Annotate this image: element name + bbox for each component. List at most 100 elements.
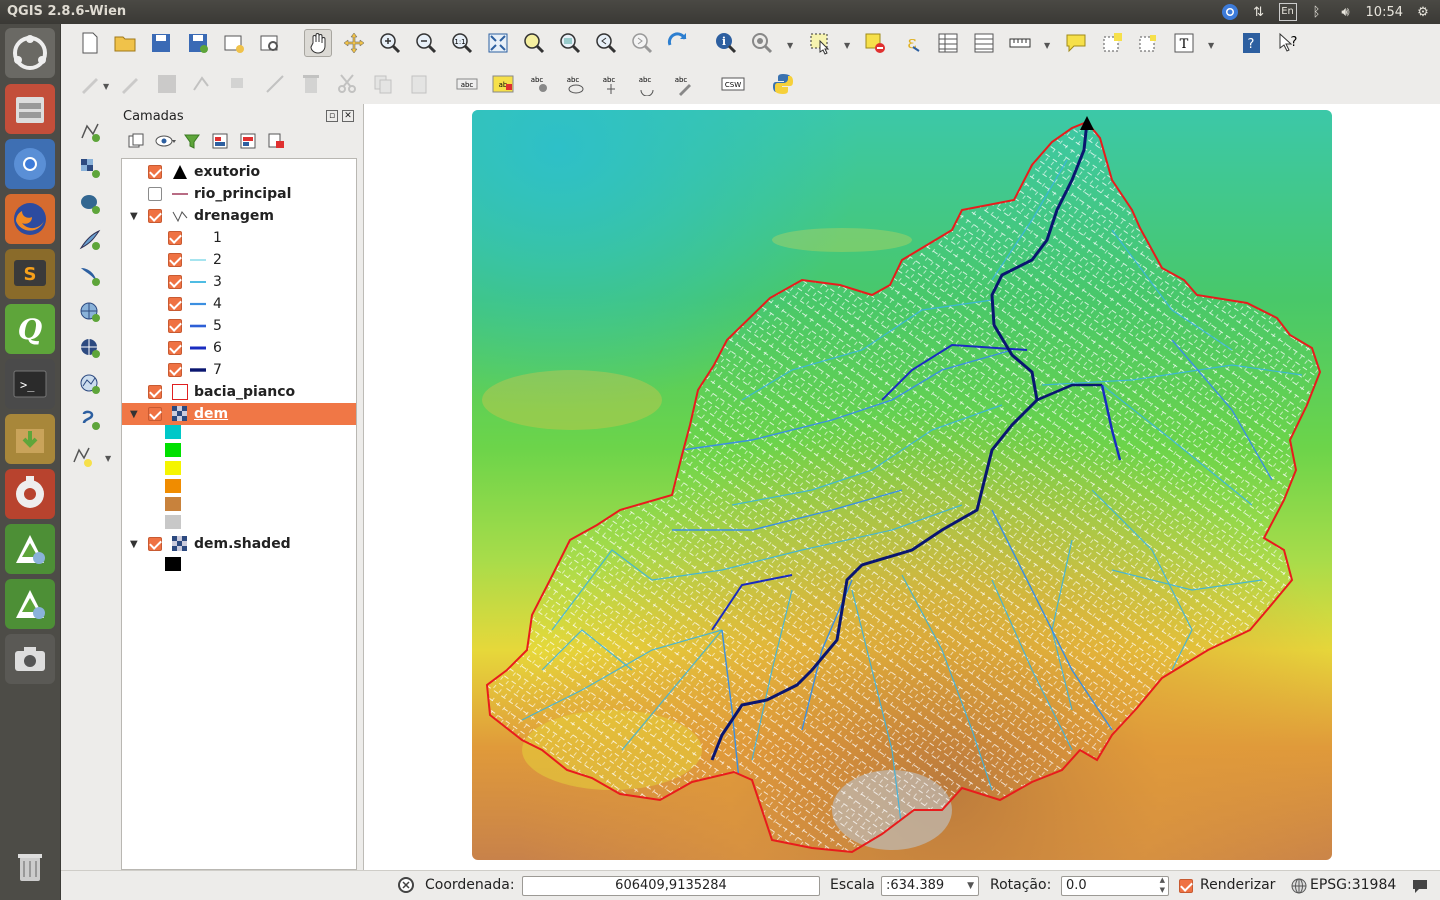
qgis-icon[interactable]: Q bbox=[5, 304, 55, 354]
save-edits-icon[interactable] bbox=[153, 70, 181, 98]
layer-visibility-checkbox[interactable] bbox=[148, 537, 162, 551]
add-group-icon[interactable] bbox=[127, 132, 145, 150]
layer-row-bacia-pianco[interactable]: bacia_pianco bbox=[122, 381, 356, 403]
map-tips-icon[interactable] bbox=[1062, 29, 1090, 57]
layer-labeling-icon[interactable]: ab bbox=[489, 70, 517, 98]
class-visibility-checkbox[interactable] bbox=[168, 253, 182, 267]
crs-globe-icon[interactable] bbox=[1291, 878, 1307, 898]
select-features-icon[interactable] bbox=[806, 29, 834, 57]
firefox-icon[interactable] bbox=[5, 194, 55, 244]
screenshot-icon[interactable] bbox=[5, 634, 55, 684]
add-vector-layer-icon[interactable] bbox=[76, 118, 104, 146]
volume-icon[interactable]: 🔊︎ bbox=[1337, 3, 1355, 21]
class-visibility-checkbox[interactable] bbox=[168, 231, 182, 245]
add-spatialite-layer-icon[interactable] bbox=[76, 226, 104, 254]
zoom-last-icon[interactable] bbox=[592, 29, 620, 57]
legend-class-row[interactable]: 5 bbox=[122, 315, 356, 337]
zoom-to-selection-icon[interactable] bbox=[520, 29, 548, 57]
pin-labels-icon[interactable]: abc bbox=[525, 70, 553, 98]
settings-icon[interactable] bbox=[5, 469, 55, 519]
add-mssql-layer-icon[interactable] bbox=[76, 262, 104, 290]
refresh-icon[interactable] bbox=[664, 29, 692, 57]
statistical-summary-icon[interactable] bbox=[970, 29, 998, 57]
new-print-composer-icon[interactable] bbox=[220, 29, 248, 57]
whats-this-icon[interactable]: ? bbox=[1274, 29, 1302, 57]
crs-status[interactable]: EPSG:31984 bbox=[1310, 877, 1396, 893]
legend-class-row[interactable]: 7 bbox=[122, 359, 356, 381]
zoom-in-icon[interactable] bbox=[376, 29, 404, 57]
identify-features-icon[interactable]: i bbox=[712, 29, 740, 57]
zoom-full-icon[interactable] bbox=[484, 29, 512, 57]
current-edits-icon[interactable] bbox=[76, 70, 104, 98]
network-transfer-icon[interactable]: ⇅ bbox=[1250, 3, 1268, 21]
new-shapefile-layer-icon[interactable] bbox=[69, 442, 97, 470]
class-visibility-checkbox[interactable] bbox=[168, 363, 182, 377]
add-raster-layer-icon[interactable] bbox=[76, 154, 104, 182]
attribute-table-icon[interactable] bbox=[934, 29, 962, 57]
dem-map-view[interactable] bbox=[472, 110, 1332, 860]
chevron-down-icon[interactable]: ▼ bbox=[1044, 41, 1050, 50]
help-contents-icon[interactable]: ? bbox=[1238, 29, 1266, 57]
run-feature-action-icon[interactable] bbox=[748, 29, 776, 57]
coordinate-field[interactable]: 606409,9135284 bbox=[522, 876, 820, 896]
copy-features-icon[interactable] bbox=[369, 70, 397, 98]
qgis-browser-icon[interactable] bbox=[5, 524, 55, 574]
deselect-features-icon[interactable] bbox=[861, 29, 889, 57]
show-bookmarks-icon[interactable] bbox=[1134, 29, 1162, 57]
chevron-down-icon[interactable]: ▼ bbox=[105, 454, 111, 463]
legend-class-row[interactable]: 3 bbox=[122, 271, 356, 293]
coordinate-capture-icon[interactable] bbox=[397, 876, 415, 898]
layer-row-dem[interactable]: ▼ dem bbox=[122, 403, 356, 425]
layer-visibility-checkbox[interactable] bbox=[148, 385, 162, 399]
legend-class-row[interactable]: 6 bbox=[122, 337, 356, 359]
render-checkbox[interactable] bbox=[1179, 879, 1193, 893]
add-feature-icon[interactable] bbox=[189, 70, 217, 98]
layer-visibility-checkbox[interactable] bbox=[148, 407, 162, 421]
add-postgis-layer-icon[interactable] bbox=[76, 190, 104, 218]
clock[interactable]: 10:54 bbox=[1366, 3, 1403, 21]
class-visibility-checkbox[interactable] bbox=[168, 297, 182, 311]
manage-visibility-icon[interactable] bbox=[155, 132, 176, 150]
text-annotation-icon[interactable]: T bbox=[1170, 29, 1198, 57]
label-toolbar-icon[interactable]: abc bbox=[453, 70, 481, 98]
layer-row-dem-shaded[interactable]: ▼ dem.shaded bbox=[122, 533, 356, 555]
legend-class-row[interactable]: 2 bbox=[122, 249, 356, 271]
toggle-editing-icon[interactable] bbox=[116, 70, 144, 98]
class-visibility-checkbox[interactable] bbox=[168, 319, 182, 333]
zoom-out-icon[interactable] bbox=[412, 29, 440, 57]
pan-hand-icon[interactable] bbox=[304, 29, 332, 57]
field-calculator-icon[interactable]: ε bbox=[899, 29, 927, 57]
add-wcs-layer-icon[interactable] bbox=[76, 334, 104, 362]
spin-arrows-icon[interactable]: ▲ ▼ bbox=[1160, 875, 1165, 895]
messages-icon[interactable] bbox=[1411, 878, 1429, 898]
chevron-down-icon[interactable]: ▼ bbox=[967, 877, 974, 895]
layer-row-exutorio[interactable]: exutorio bbox=[122, 161, 356, 183]
show-hide-labels-icon[interactable]: abc bbox=[561, 70, 589, 98]
python-console-icon[interactable] bbox=[769, 70, 797, 98]
chevron-down-icon[interactable]: ▼ bbox=[844, 41, 850, 50]
new-project-icon[interactable] bbox=[76, 29, 104, 57]
paste-features-icon[interactable] bbox=[405, 70, 433, 98]
save-as-icon[interactable] bbox=[184, 29, 212, 57]
cut-features-icon[interactable] bbox=[333, 70, 361, 98]
qgis-browser-2-icon[interactable] bbox=[5, 579, 55, 629]
add-wfs-layer-icon[interactable] bbox=[76, 370, 104, 398]
add-wms-layer-icon[interactable] bbox=[76, 298, 104, 326]
scale-combobox[interactable]: :634.389 ▼ bbox=[881, 876, 979, 896]
files-icon[interactable] bbox=[5, 84, 55, 134]
layer-visibility-checkbox[interactable] bbox=[148, 165, 162, 179]
chromium-icon[interactable] bbox=[5, 139, 55, 189]
move-label-icon[interactable]: abc bbox=[597, 70, 625, 98]
move-feature-icon[interactable] bbox=[225, 70, 253, 98]
chromium-indicator-icon[interactable] bbox=[1221, 3, 1239, 21]
class-visibility-checkbox[interactable] bbox=[168, 341, 182, 355]
legend-class-row[interactable]: 1 bbox=[122, 227, 356, 249]
layer-visibility-checkbox[interactable] bbox=[148, 209, 162, 223]
chevron-down-icon[interactable]: ▼ bbox=[103, 82, 109, 91]
collapse-all-icon[interactable] bbox=[239, 132, 257, 150]
open-project-icon[interactable] bbox=[111, 29, 139, 57]
chevron-down-icon[interactable]: ▼ bbox=[1208, 41, 1214, 50]
rotation-spinbox[interactable]: 0.0 ▲ ▼ bbox=[1061, 876, 1169, 896]
composer-manager-icon[interactable] bbox=[256, 29, 284, 57]
layer-row-drenagem[interactable]: ▼ drenagem bbox=[122, 205, 356, 227]
